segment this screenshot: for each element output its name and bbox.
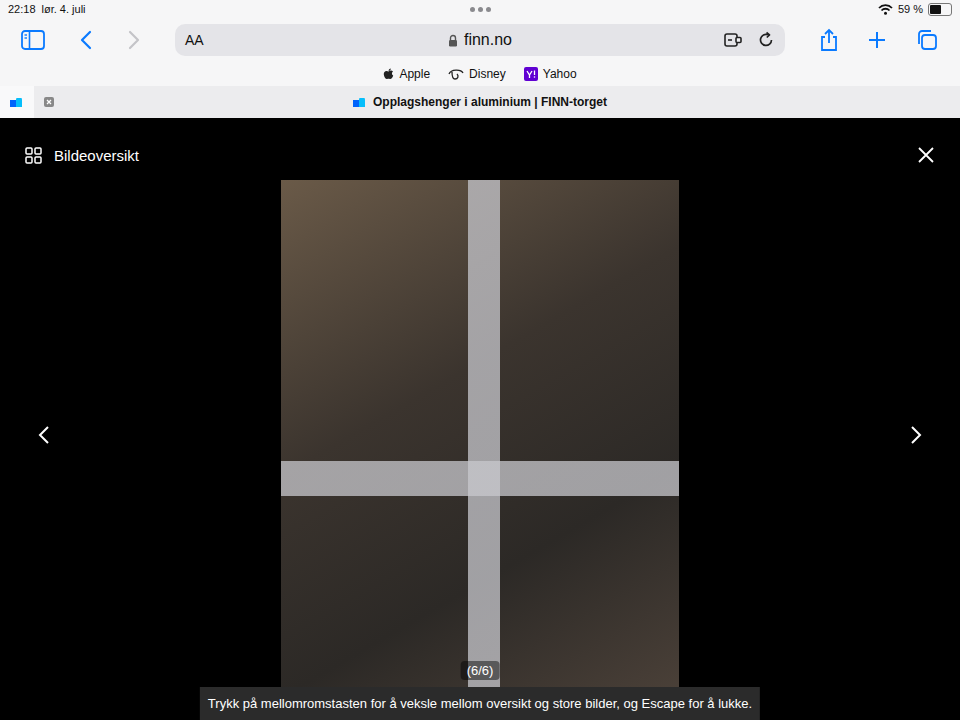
new-tab-icon[interactable] xyxy=(867,30,887,50)
overview-button[interactable]: Bildeoversikt xyxy=(25,147,139,164)
date: lør. 4. juli xyxy=(42,3,86,15)
viewer-header: Bildeoversikt xyxy=(0,118,960,180)
close-tab-button[interactable] xyxy=(34,86,64,118)
tabs-overview-icon[interactable] xyxy=(916,29,938,51)
next-image-icon[interactable] xyxy=(910,425,922,445)
reload-icon[interactable] xyxy=(757,31,775,49)
yahoo-icon xyxy=(524,67,538,81)
favorite-item[interactable]: Disney xyxy=(448,67,506,81)
browser-chrome: 22:18 lør. 4. juli 59 % AA finn.no Apple Disne… xyxy=(0,0,960,118)
back-icon[interactable] xyxy=(79,30,93,50)
close-viewer-icon[interactable] xyxy=(917,146,935,164)
grid-icon xyxy=(25,147,42,164)
toolbar: AA finn.no xyxy=(0,18,960,62)
wifi-icon xyxy=(878,4,893,15)
overview-label: Bildeoversikt xyxy=(54,147,139,164)
keyboard-hint: Trykk på mellomromstasten for å veksle m… xyxy=(200,687,760,720)
sidebar-icon[interactable] xyxy=(21,30,45,50)
battery-percent: 59 % xyxy=(898,3,923,15)
apple-icon xyxy=(383,68,394,80)
favorite-label: Yahoo xyxy=(543,67,577,81)
favorite-label: Apple xyxy=(399,67,430,81)
disney-icon xyxy=(448,68,464,80)
listing-photo: (6/6) xyxy=(281,180,679,690)
time: 22:18 xyxy=(8,3,36,15)
extension-icon[interactable] xyxy=(723,32,743,48)
multitask-dots-icon[interactable] xyxy=(470,7,491,12)
status-bar: 22:18 lør. 4. juli 59 % xyxy=(0,0,960,18)
image-viewer: Bildeoversikt (6/6) Trykk på mellomromstas… xyxy=(0,118,960,720)
viewer-stage: (6/6) xyxy=(0,180,960,690)
favorite-label: Disney xyxy=(469,67,506,81)
image-counter: (6/6) xyxy=(461,661,500,680)
finn-favicon-icon xyxy=(353,98,367,107)
battery-icon xyxy=(928,3,952,16)
tab-title: Opplagshenger i aluminium | FINN-torget xyxy=(373,95,607,109)
forward-icon[interactable] xyxy=(127,30,141,50)
favorite-item[interactable]: Apple xyxy=(383,67,430,81)
pinned-tab[interactable] xyxy=(0,86,34,118)
url-text: finn.no xyxy=(464,31,512,49)
text-size-button[interactable]: AA xyxy=(185,32,245,48)
status-indicators: 59 % xyxy=(491,3,953,16)
tab-bar: Opplagshenger i aluminium | FINN-torget xyxy=(0,86,960,118)
favorites-bar: Apple Disney Yahoo xyxy=(0,62,960,86)
favorite-item[interactable]: Yahoo xyxy=(524,67,577,81)
close-icon xyxy=(44,97,54,107)
finn-favicon-icon xyxy=(10,98,24,107)
share-icon[interactable] xyxy=(819,28,839,52)
lock-icon xyxy=(448,34,458,47)
browser-window: 22:18 lør. 4. juli 59 % AA finn.no Apple Disne… xyxy=(0,0,960,720)
clock: 22:18 lør. 4. juli xyxy=(8,3,470,15)
tab[interactable]: Opplagshenger i aluminium | FINN-torget xyxy=(64,86,960,118)
previous-image-icon[interactable] xyxy=(38,425,50,445)
url-field[interactable]: finn.no xyxy=(253,31,707,49)
address-bar[interactable]: AA finn.no xyxy=(175,24,785,56)
